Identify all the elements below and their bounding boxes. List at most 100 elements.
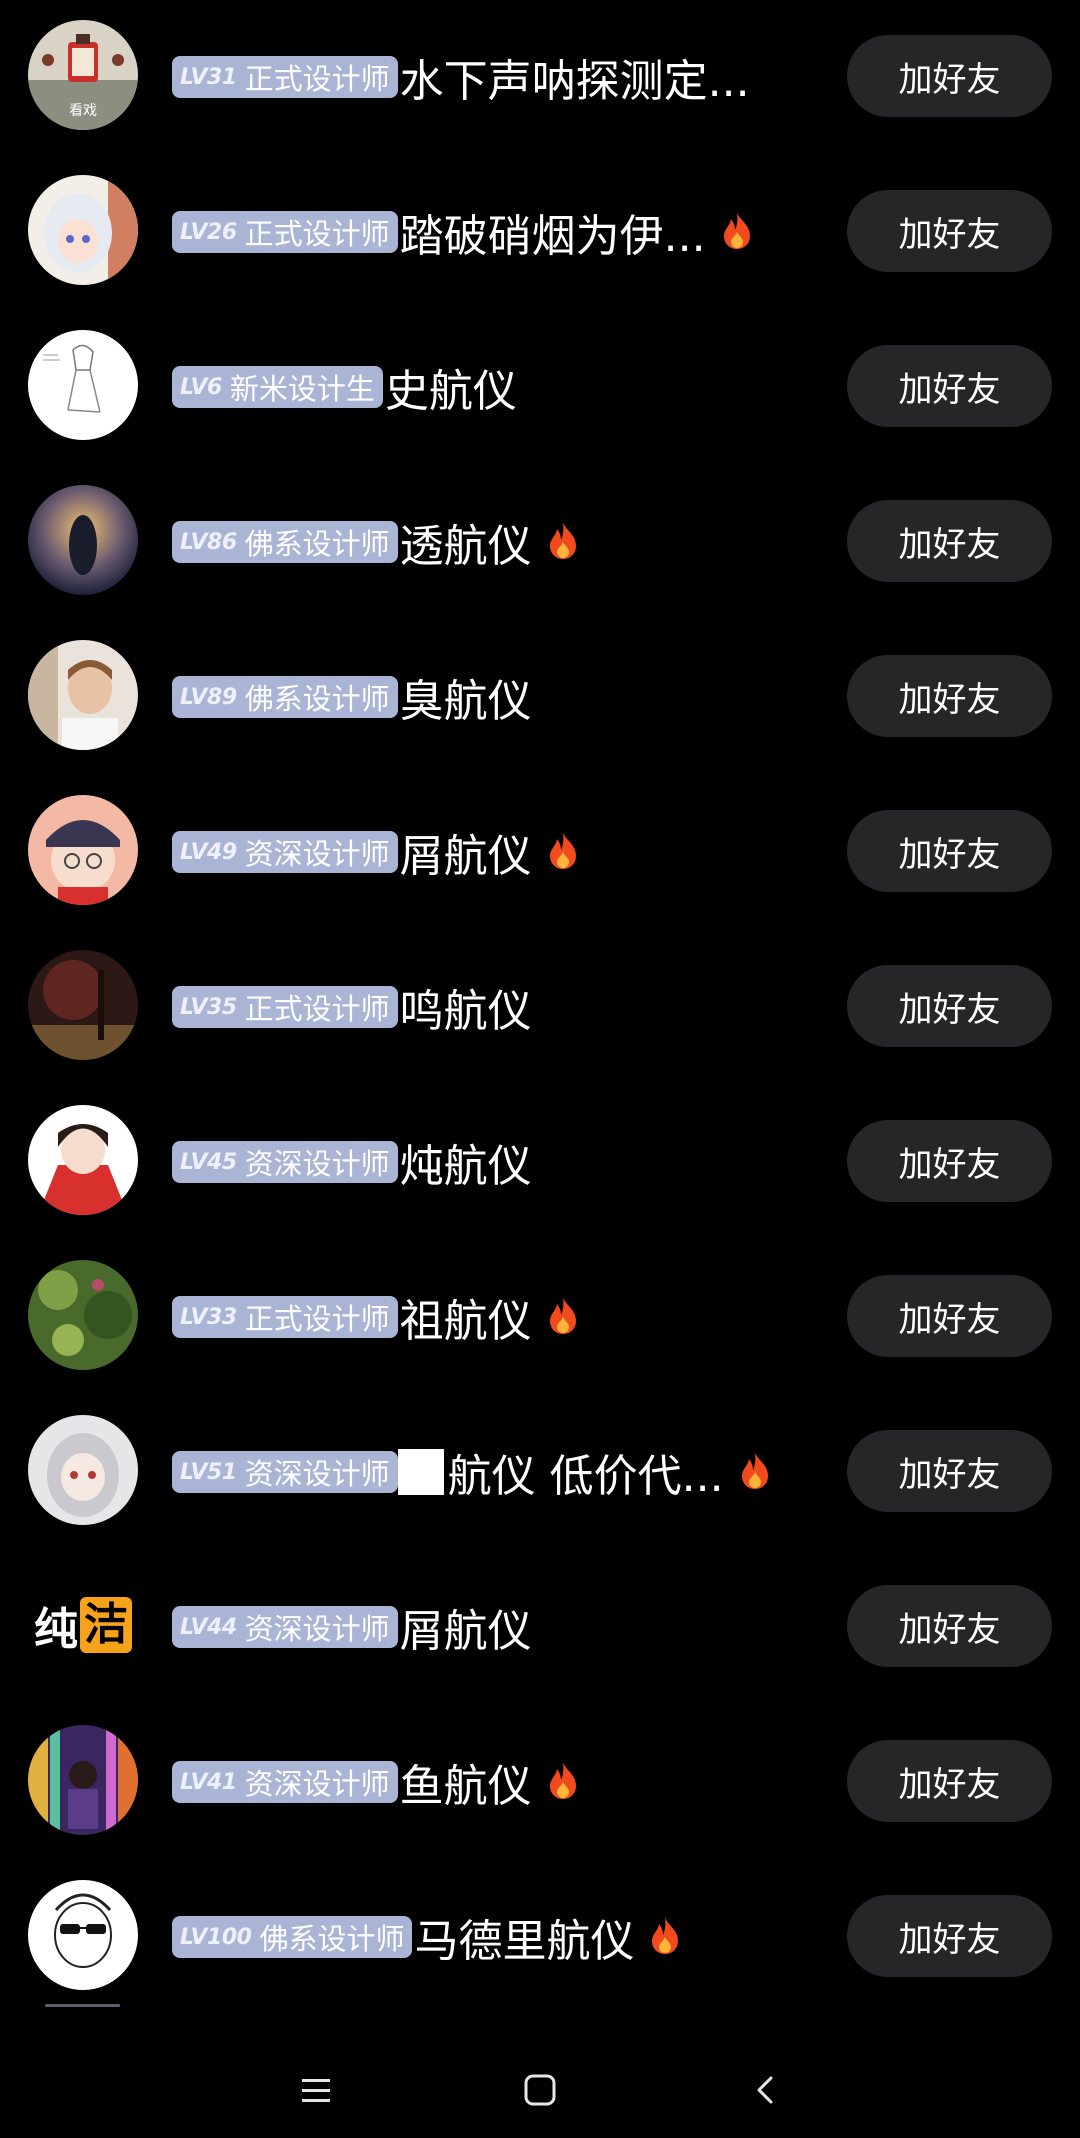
user-info: LV31 正式设计师 水下声呐探测定... [172,48,822,106]
fire-icon [648,1915,682,1959]
fire-icon [720,210,754,254]
anime-girl-red-avatar[interactable] [28,1105,138,1215]
add-friend-button[interactable]: 加好友 [847,965,1052,1047]
user-row[interactable]: 纯洁 LV44 资深设计师 屑航仪 加好友 [0,1550,1080,1705]
anime-girl-white-hair-avatar[interactable] [28,175,138,285]
designer-title: 正式设计师 [244,62,390,96]
level-text: LV51 [180,1459,237,1485]
user-row[interactable]: LV100 佛系设计师 马德里航仪 加好友 [0,1860,1080,2015]
home-button[interactable] [500,2050,580,2130]
level-text: LV31 [180,64,237,90]
add-friend-button[interactable]: 加好友 [847,35,1052,117]
sketch-avatar[interactable] [28,330,138,440]
designer-title: 资深设计师 [244,1612,390,1646]
night-lights-avatar[interactable] [28,485,138,595]
add-friend-button[interactable]: 加好友 [847,190,1052,272]
system-navigation-bar [0,2020,1080,2138]
user-row[interactable]: LV45 资深设计师 炖航仪 加好友 [0,1085,1080,1240]
green-plants-avatar[interactable] [28,1260,138,1370]
user-info: LV51 资深设计师 航仪 低价代... [172,1443,822,1501]
add-friend-button[interactable]: 加好友 [847,1585,1052,1667]
user-row[interactable]: LV35 正式设计师 鸣航仪 加好友 [0,930,1080,1085]
designer-title: 佛系设计师 [259,1922,405,1956]
level-text: LV33 [180,1304,237,1330]
home-square-icon [524,2074,556,2106]
add-friend-button[interactable]: 加好友 [847,345,1052,427]
level-text: LV45 [180,1149,237,1175]
dark-forest-avatar[interactable] [28,950,138,1060]
level-badge: LV89 佛系设计师 [172,676,398,718]
level-badge: LV51 资深设计师 [172,1451,398,1493]
user-name[interactable]: 臭航仪 [400,668,532,726]
designer-title: 佛系设计师 [244,527,390,561]
level-text: LV49 [180,839,237,865]
user-name[interactable]: 炖航仪 [400,1133,532,1191]
designer-title: 资深设计师 [244,1457,390,1491]
user-name[interactable]: 史航仪 [385,358,517,416]
logo-part-1: 纯 [34,1604,78,1655]
add-friend-button[interactable]: 加好友 [847,1120,1052,1202]
user-row[interactable]: 看戏 LV31 正式设计师 水下声呐探测定... 加好友 [0,0,1080,155]
user-info: LV86 佛系设计师 透航仪 [172,513,822,571]
add-friend-button[interactable]: 加好友 [847,810,1052,892]
anime-girl-cap-avatar[interactable] [28,795,138,905]
photo-man-avatar[interactable] [28,640,138,750]
user-list: 看戏 LV31 正式设计师 水下声呐探测定... 加好友 LV26 正式设计师 踏破硝烟为伊.… [0,0,1080,2020]
lantern-avatar[interactable]: 看戏 [28,20,138,130]
anime-girl-silver-avatar[interactable] [28,1415,138,1525]
logo-part-2: 洁 [80,1597,132,1653]
level-badge: LV100 佛系设计师 [172,1916,413,1958]
user-row[interactable]: LV41 资深设计师 鱼航仪 加好友 [0,1705,1080,1860]
logo-avatar[interactable]: 纯洁 [28,1570,138,1680]
add-friend-button[interactable]: 加好友 [847,1740,1052,1822]
level-badge: LV44 资深设计师 [172,1606,398,1648]
user-name[interactable]: 水下声呐探测定... [400,48,750,106]
level-badge: LV49 资深设计师 [172,831,398,873]
designer-title: 正式设计师 [244,1302,390,1336]
user-name[interactable]: 踏破硝烟为伊... [400,203,706,261]
user-name[interactable]: 祖航仪 [400,1288,532,1346]
user-name[interactable]: 屑航仪 [400,823,532,881]
user-row[interactable]: LV89 佛系设计师 臭航仪 加好友 [0,620,1080,775]
user-name[interactable]: 透航仪 [400,513,532,571]
user-row[interactable]: LV6 新米设计生 史航仪 加好友 [0,310,1080,465]
user-info: LV49 资深设计师 屑航仪 [172,823,822,881]
user-name[interactable]: 航仪 低价代... [448,1443,724,1501]
back-chevron-icon [757,2076,773,2104]
fire-icon [546,1295,580,1339]
sunglasses-cartoon-avatar[interactable] [28,1880,138,1990]
fire-icon [738,1450,772,1494]
user-name[interactable]: 鸣航仪 [400,978,532,1036]
user-row[interactable]: LV49 资深设计师 屑航仪 加好友 [0,775,1080,930]
back-button[interactable] [726,2050,806,2130]
colorful-forest-avatar[interactable] [28,1725,138,1835]
user-row[interactable]: LV33 正式设计师 祖航仪 加好友 [0,1240,1080,1395]
add-friend-button[interactable]: 加好友 [847,1430,1052,1512]
add-friend-button[interactable]: 加好友 [847,500,1052,582]
add-friend-button[interactable]: 加好友 [847,1275,1052,1357]
user-name[interactable]: 屑航仪 [400,1598,532,1656]
user-name[interactable]: 马德里航仪 [414,1908,634,1966]
level-text: LV35 [180,994,237,1020]
add-friend-button[interactable]: 加好友 [847,1895,1052,1977]
designer-title: 资深设计师 [244,1767,390,1801]
add-friend-button[interactable]: 加好友 [847,655,1052,737]
level-badge: LV45 资深设计师 [172,1141,398,1183]
user-info: LV100 佛系设计师 马德里航仪 [172,1908,822,1966]
fire-icon [546,1760,580,1804]
level-badge: LV86 佛系设计师 [172,521,398,563]
level-badge: LV33 正式设计师 [172,1296,398,1338]
level-text: LV44 [180,1614,237,1640]
level-badge: LV26 正式设计师 [172,211,398,253]
menu-icon [302,2079,330,2102]
user-name[interactable]: 鱼航仪 [400,1753,532,1811]
fire-icon [546,520,580,564]
menu-button[interactable] [276,2050,356,2130]
partial-avatar-edge [45,2004,120,2007]
redaction-block [397,1449,444,1495]
user-row[interactable]: LV51 资深设计师 航仪 低价代... 加好友 [0,1395,1080,1550]
user-row[interactable]: LV86 佛系设计师 透航仪 加好友 [0,465,1080,620]
level-badge: LV41 资深设计师 [172,1761,398,1803]
user-row[interactable]: LV26 正式设计师 踏破硝烟为伊... 加好友 [0,155,1080,310]
user-info: LV41 资深设计师 鱼航仪 [172,1753,822,1811]
